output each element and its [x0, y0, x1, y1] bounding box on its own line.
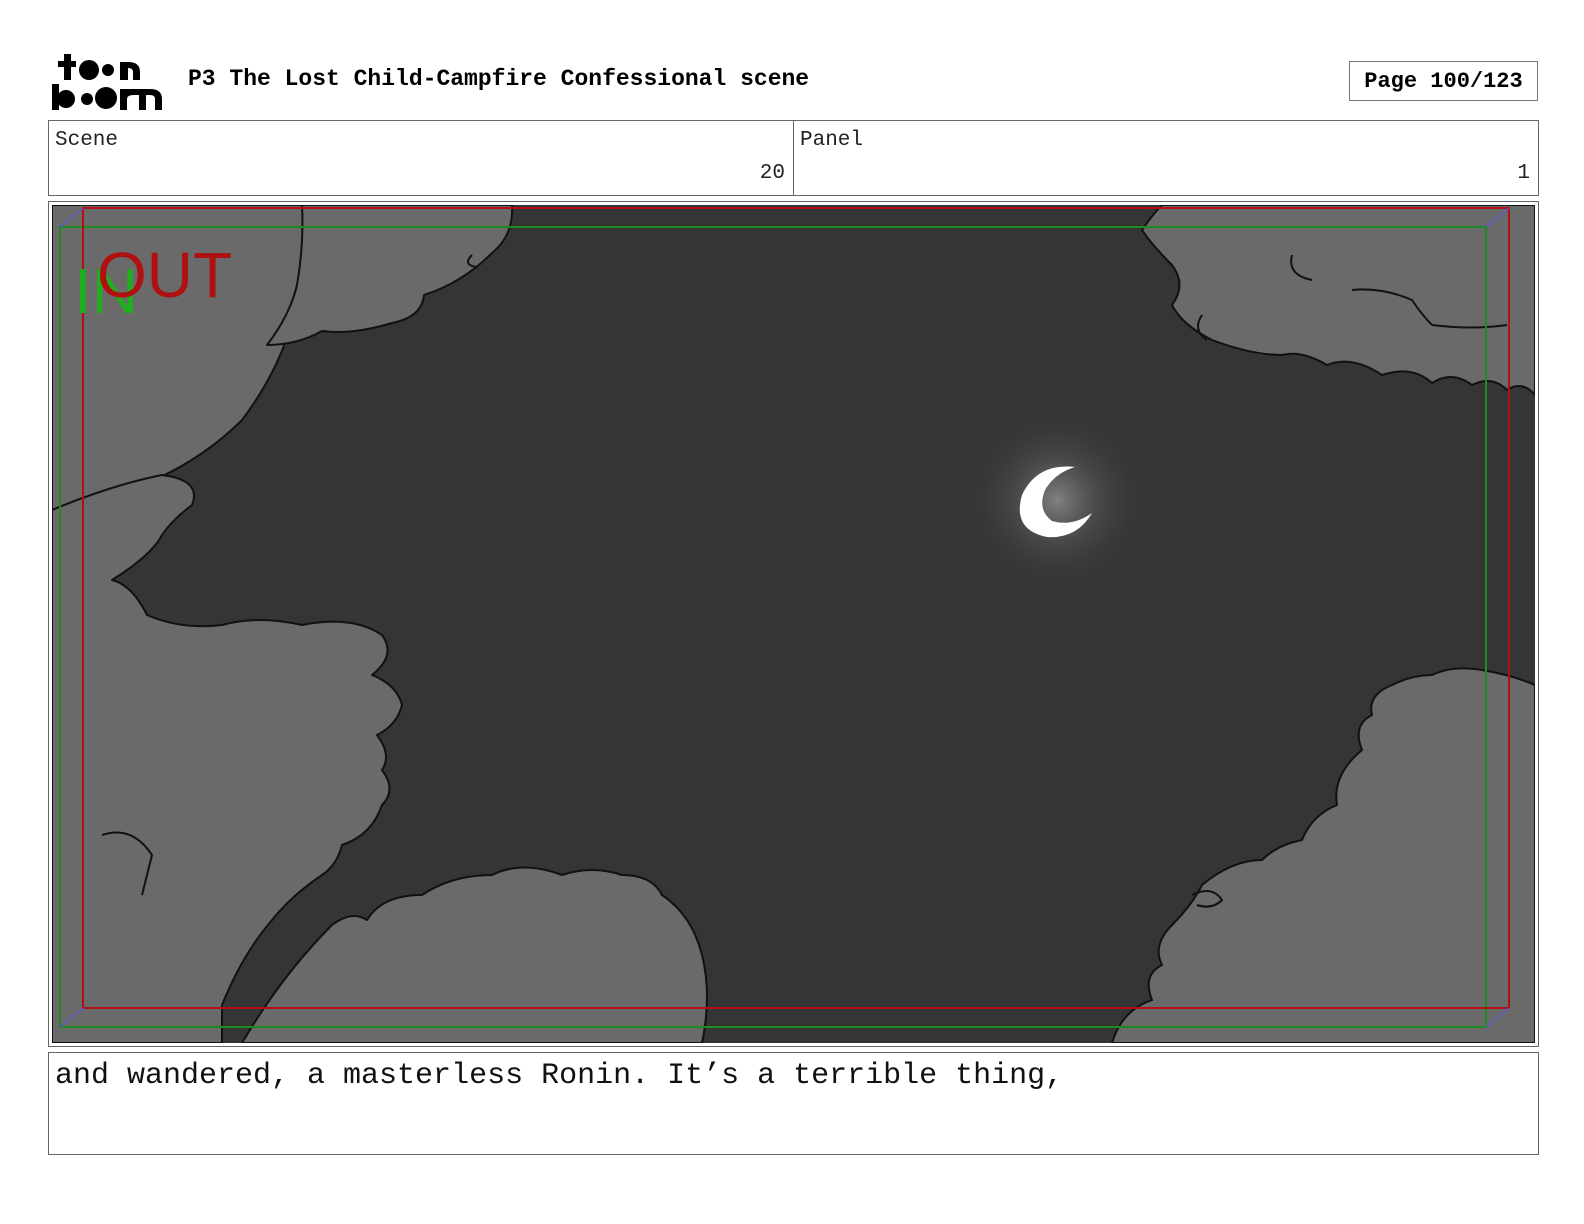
dialogue-text: and wandered, a masterless Ronin. It’s a…: [55, 1059, 1064, 1093]
toon-boom-logo: [52, 54, 162, 110]
panel-number: 1: [1517, 162, 1530, 185]
moon-glow: [962, 405, 1152, 595]
document-title: P3 The Lost Child-Campfire Confessional …: [188, 66, 810, 92]
scene-panel-info: Scene 20 Panel 1: [48, 120, 1539, 196]
dialogue-box: and wandered, a masterless Ronin. It’s a…: [48, 1052, 1539, 1155]
out-frame-label: OUT: [97, 239, 232, 311]
panel-label: Panel: [800, 129, 864, 152]
storyboard-panel-image: IN OUT: [52, 205, 1535, 1043]
scene-cell: Scene 20: [49, 121, 793, 195]
scene-number: 20: [759, 162, 785, 185]
scene-label: Scene: [55, 129, 119, 152]
panel-cell: Panel 1: [793, 121, 1538, 195]
page-indicator: Page 100/123: [1349, 61, 1538, 101]
